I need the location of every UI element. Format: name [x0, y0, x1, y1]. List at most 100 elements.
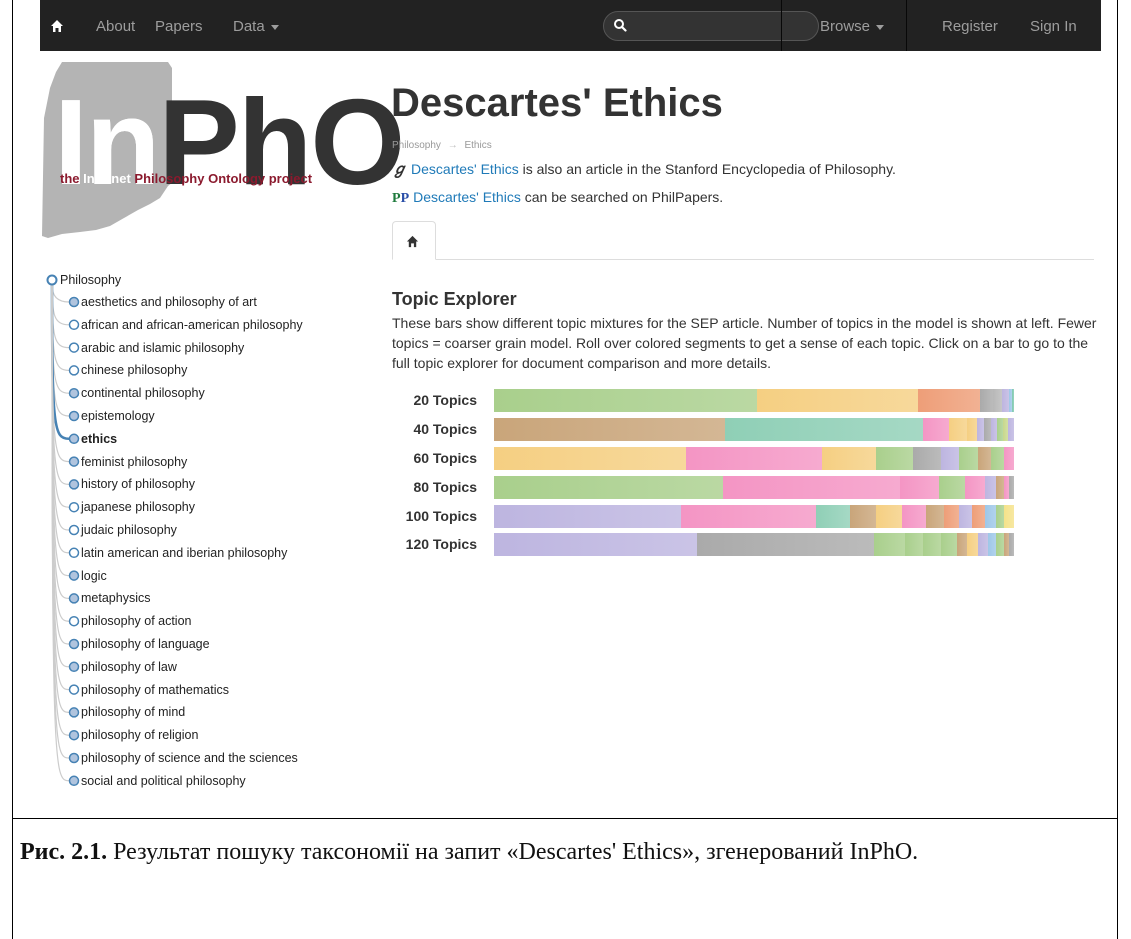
- tree-node[interactable]: [68, 410, 80, 422]
- topic-segment[interactable]: [494, 389, 757, 412]
- topic-segment[interactable]: [902, 505, 926, 528]
- topic-bar[interactable]: [494, 389, 1014, 412]
- topic-segment[interactable]: [821, 447, 877, 470]
- tree-node-label[interactable]: philosophy of mind: [81, 704, 185, 720]
- topic-segment[interactable]: [816, 505, 851, 528]
- topic-segment[interactable]: [494, 505, 682, 528]
- topic-segment[interactable]: [725, 418, 923, 441]
- topic-segment[interactable]: [922, 418, 949, 441]
- topic-segment[interactable]: [967, 533, 978, 556]
- tree-node-label[interactable]: Philosophy: [60, 272, 121, 288]
- tree-node-label[interactable]: continental philosophy: [81, 385, 205, 401]
- sep-link[interactable]: Descartes' Ethics: [411, 161, 519, 177]
- topic-segment[interactable]: [992, 389, 1002, 412]
- topic-segment[interactable]: [977, 447, 991, 470]
- tree-node-label[interactable]: philosophy of science and the sciences: [81, 750, 298, 766]
- topic-segment[interactable]: [922, 533, 942, 556]
- topic-segment[interactable]: [964, 476, 986, 499]
- topic-segment[interactable]: [696, 533, 874, 556]
- topic-segment[interactable]: [912, 447, 942, 470]
- topic-segment[interactable]: [990, 447, 1004, 470]
- topic-segment[interactable]: [943, 505, 960, 528]
- tree-node[interactable]: [68, 479, 80, 490]
- tree-node-label[interactable]: logic: [81, 568, 107, 584]
- philpapers-link[interactable]: Descartes' Ethics: [413, 189, 521, 205]
- topic-segment[interactable]: [756, 389, 918, 412]
- topic-segment[interactable]: [977, 418, 984, 441]
- tree-node-label[interactable]: history of philosophy: [81, 476, 195, 492]
- tree-node-label[interactable]: feminist philosophy: [81, 454, 187, 470]
- topic-segment[interactable]: [972, 505, 986, 528]
- topic-segment[interactable]: [959, 447, 978, 470]
- topic-bar[interactable]: [494, 476, 1014, 499]
- topic-segment[interactable]: [948, 418, 968, 441]
- topic-segment[interactable]: [925, 505, 944, 528]
- search-input[interactable]: [603, 11, 819, 41]
- topic-segment[interactable]: [1008, 476, 1014, 499]
- breadcrumb-root[interactable]: Philosophy: [392, 140, 441, 151]
- topic-segment[interactable]: [1008, 533, 1014, 556]
- tree-node[interactable]: [68, 456, 80, 467]
- tree-node-label[interactable]: japanese philosophy: [81, 499, 195, 515]
- nav-browse-dropdown[interactable]: Browse: [820, 0, 885, 51]
- tree-node[interactable]: [68, 684, 80, 695]
- tree-node[interactable]: [68, 524, 80, 536]
- topic-segment[interactable]: [904, 533, 923, 556]
- topic-segment[interactable]: [980, 389, 993, 412]
- topic-segment[interactable]: [876, 447, 913, 470]
- tree-node-label[interactable]: philosophy of language: [81, 636, 210, 652]
- topic-bar[interactable]: [494, 418, 1014, 441]
- topic-segment[interactable]: [494, 533, 697, 556]
- topic-segment[interactable]: [876, 505, 903, 528]
- tree-node[interactable]: [68, 547, 80, 559]
- topic-segment[interactable]: [899, 476, 939, 499]
- topic-segment[interactable]: [995, 476, 1004, 499]
- topic-segment[interactable]: [987, 533, 996, 556]
- topic-segment[interactable]: [494, 418, 726, 441]
- tree-node-label[interactable]: latin american and iberian philosophy: [81, 545, 287, 561]
- tree-node-label[interactable]: arabic and islamic philosophy: [81, 340, 244, 356]
- topic-bar[interactable]: [494, 505, 1014, 528]
- tree-node[interactable]: [68, 387, 80, 399]
- topic-segment[interactable]: [686, 447, 822, 470]
- tree-node-label[interactable]: epistemology: [81, 408, 155, 424]
- tree-node[interactable]: [68, 296, 80, 308]
- topic-segment[interactable]: [1011, 389, 1014, 412]
- tree-node[interactable]: [68, 570, 80, 581]
- tree-node-label[interactable]: social and political philosophy: [81, 773, 246, 789]
- tree-node-label[interactable]: metaphysics: [81, 590, 150, 606]
- topic-segment[interactable]: [1003, 505, 1014, 528]
- tree-node[interactable]: [68, 775, 80, 787]
- tree-node[interactable]: [68, 319, 80, 331]
- nav-signin[interactable]: Sign In: [1030, 0, 1077, 51]
- topic-segment[interactable]: [941, 533, 957, 556]
- topic-segment[interactable]: [681, 505, 817, 528]
- tree-node-label[interactable]: philosophy of mathematics: [81, 682, 229, 698]
- tree-node-label[interactable]: philosophy of religion: [81, 727, 198, 743]
- topic-segment[interactable]: [1002, 389, 1009, 412]
- topic-segment[interactable]: [985, 505, 996, 528]
- topic-segment[interactable]: [873, 533, 905, 556]
- topic-bar[interactable]: [494, 533, 1014, 556]
- tree-node[interactable]: [68, 752, 80, 764]
- tree-node-label[interactable]: african and african-american philosophy: [81, 317, 303, 333]
- topic-segment[interactable]: [959, 505, 973, 528]
- tree-node-label[interactable]: philosophy of action: [81, 613, 192, 629]
- tree-node-label[interactable]: judaic philosophy: [81, 522, 177, 538]
- tree-node-label[interactable]: ethics: [81, 431, 117, 447]
- tree-node[interactable]: [68, 638, 80, 650]
- topic-segment[interactable]: [917, 389, 981, 412]
- tree-node[interactable]: [68, 365, 80, 376]
- topic-segment[interactable]: [956, 533, 968, 556]
- tree-node[interactable]: [68, 501, 80, 513]
- nav-register[interactable]: Register: [942, 0, 998, 51]
- tree-node-root[interactable]: [46, 274, 58, 286]
- tab-home[interactable]: [392, 221, 436, 260]
- topic-segment[interactable]: [985, 476, 996, 499]
- tree-node[interactable]: [68, 615, 80, 627]
- tree-node[interactable]: [68, 433, 80, 445]
- tree-node[interactable]: [68, 342, 80, 353]
- tree-node-label[interactable]: philosophy of law: [81, 659, 177, 675]
- tree-node[interactable]: [68, 707, 80, 718]
- tree-node-label[interactable]: aesthetics and philosophy of art: [81, 294, 257, 310]
